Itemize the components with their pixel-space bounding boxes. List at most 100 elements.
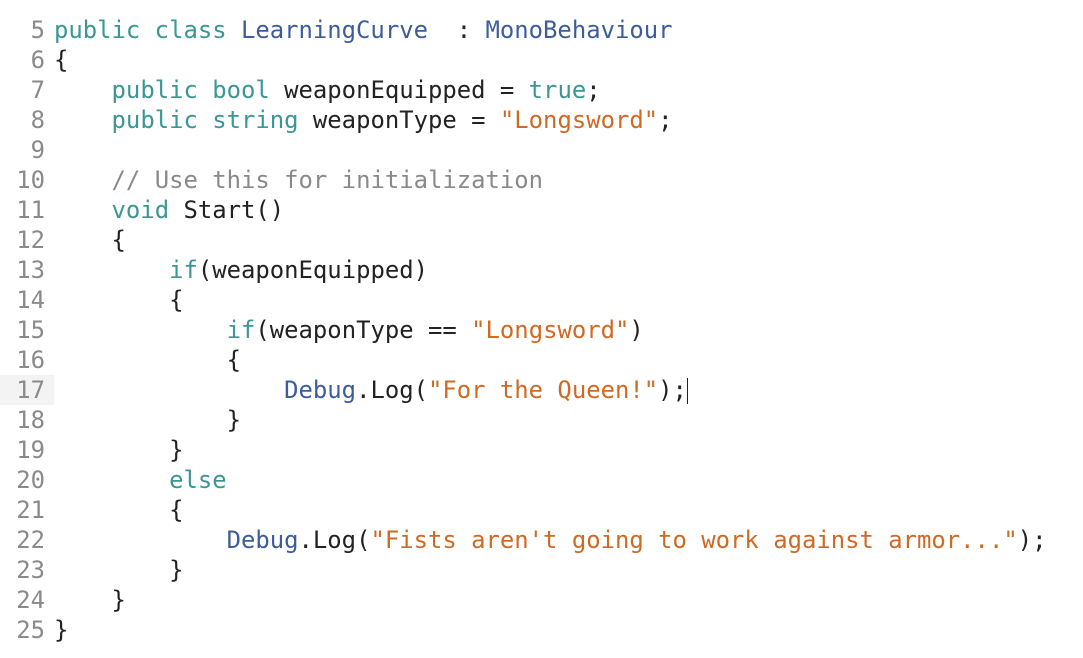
code-line[interactable]: 25}: [0, 615, 1083, 645]
code-token: void: [111, 196, 170, 224]
code-token: (weaponType ==: [255, 316, 472, 344]
code-token: {: [54, 496, 184, 524]
code-line[interactable]: 12 {: [0, 225, 1083, 255]
code-token: Debug: [226, 526, 299, 554]
code-token: // Use this for initialization: [111, 166, 544, 194]
code-line[interactable]: 20 else: [0, 465, 1083, 495]
line-number: 7: [30, 76, 45, 104]
code-token: {: [54, 346, 241, 374]
code-line[interactable]: 7 public bool weaponEquipped = true;: [0, 75, 1083, 105]
code-token: .Log(: [356, 376, 428, 404]
code-token: ;: [658, 106, 673, 134]
code-line[interactable]: 16 {: [0, 345, 1083, 375]
code-text[interactable]: {: [54, 285, 183, 315]
code-text[interactable]: public string weaponType = "Longsword";: [54, 105, 673, 135]
code-text[interactable]: Debug.Log("For the Queen!");: [54, 375, 688, 405]
line-number: 21: [16, 496, 45, 524]
code-token: }: [54, 406, 241, 434]
code-line[interactable]: 13 if(weaponEquipped): [0, 255, 1083, 285]
code-token: ;: [586, 76, 601, 104]
code-line[interactable]: 21 {: [0, 495, 1083, 525]
code-token: public bool: [111, 76, 270, 104]
line-number: 18: [16, 406, 45, 434]
code-token: public class: [54, 16, 241, 44]
code-token: true: [528, 76, 587, 104]
code-token: "Longsword": [471, 316, 630, 344]
code-token: :: [427, 16, 486, 44]
code-token: {: [54, 286, 184, 314]
code-token: );: [658, 376, 687, 404]
line-number: 22: [16, 526, 45, 554]
code-token: LearningCurve: [240, 16, 428, 44]
line-number: 23: [16, 556, 45, 584]
text-cursor: [686, 378, 688, 404]
code-line[interactable]: 6{: [0, 45, 1083, 75]
code-text[interactable]: }: [54, 405, 241, 435]
code-token: }: [54, 616, 69, 644]
code-text[interactable]: }: [54, 585, 126, 615]
code-token: Debug: [284, 376, 357, 404]
code-text[interactable]: {: [54, 495, 183, 525]
code-line[interactable]: 22 Debug.Log("Fists aren't going to work…: [0, 525, 1083, 555]
code-token: if: [169, 256, 198, 284]
line-number: 20: [16, 466, 45, 494]
code-token: weaponType =: [298, 106, 500, 134]
code-line[interactable]: 11 void Start(): [0, 195, 1083, 225]
code-line[interactable]: 8 public string weaponType = "Longsword"…: [0, 105, 1083, 135]
line-number: 15: [16, 316, 45, 344]
code-editor[interactable]: 5 public class LearningCurve : MonoBehavi…: [0, 0, 1083, 645]
code-text[interactable]: {: [54, 225, 126, 255]
code-token: MonoBehaviour: [485, 16, 673, 44]
code-text[interactable]: public class LearningCurve : MonoBehavio…: [54, 15, 673, 45]
code-text[interactable]: }: [54, 555, 183, 585]
code-text[interactable]: {: [54, 45, 68, 75]
code-line[interactable]: 14 {: [0, 285, 1083, 315]
code-line[interactable]: 18 }: [0, 405, 1083, 435]
code-text[interactable]: {: [54, 345, 241, 375]
code-token: weaponEquipped =: [269, 76, 529, 104]
code-token: Start(): [169, 196, 285, 224]
code-line[interactable]: 24 }: [0, 585, 1083, 615]
line-number: 12: [16, 226, 45, 254]
code-text[interactable]: Debug.Log("Fists aren't going to work ag…: [54, 525, 1047, 555]
code-text[interactable]: public bool weaponEquipped = true;: [54, 75, 601, 105]
code-text[interactable]: void Start(): [54, 195, 285, 225]
line-number: 19: [16, 436, 45, 464]
line-number: 8: [30, 106, 45, 134]
line-number: 11: [16, 196, 45, 224]
line-number: 17: [0, 375, 54, 405]
code-token: );: [1017, 526, 1047, 554]
code-text[interactable]: if(weaponEquipped): [54, 255, 428, 285]
code-token: else: [169, 466, 227, 494]
line-number: 16: [16, 346, 45, 374]
code-line[interactable]: 19 }: [0, 435, 1083, 465]
code-token: {: [54, 226, 126, 254]
line-number: 5: [30, 16, 45, 44]
code-line[interactable]: 5 public class LearningCurve : MonoBehavi…: [0, 15, 1083, 45]
code-text[interactable]: // Use this for initialization: [54, 165, 544, 195]
code-line[interactable]: 10 // Use this for initialization: [0, 165, 1083, 195]
code-line[interactable]: 9: [0, 135, 1083, 165]
code-token: {: [54, 46, 69, 74]
code-line[interactable]: 17 Debug.Log("For the Queen!");: [0, 375, 1083, 405]
code-line[interactable]: 23 }: [0, 555, 1083, 585]
code-token: "Longsword": [499, 106, 659, 134]
code-token: ): [629, 316, 644, 344]
code-line[interactable]: 15 if(weaponType == "Longsword"): [0, 315, 1083, 345]
code-token: "For the Queen!": [427, 376, 659, 404]
line-number: 13: [16, 256, 45, 284]
code-text[interactable]: if(weaponType == "Longsword"): [54, 315, 644, 345]
line-number: 6: [30, 46, 45, 74]
code-text[interactable]: }: [54, 615, 68, 645]
code-text[interactable]: }: [54, 435, 183, 465]
code-token: .Log(: [298, 526, 371, 554]
code-text[interactable]: else: [54, 465, 227, 495]
line-number: 25: [16, 616, 45, 644]
code-token: (weaponEquipped): [197, 256, 428, 284]
